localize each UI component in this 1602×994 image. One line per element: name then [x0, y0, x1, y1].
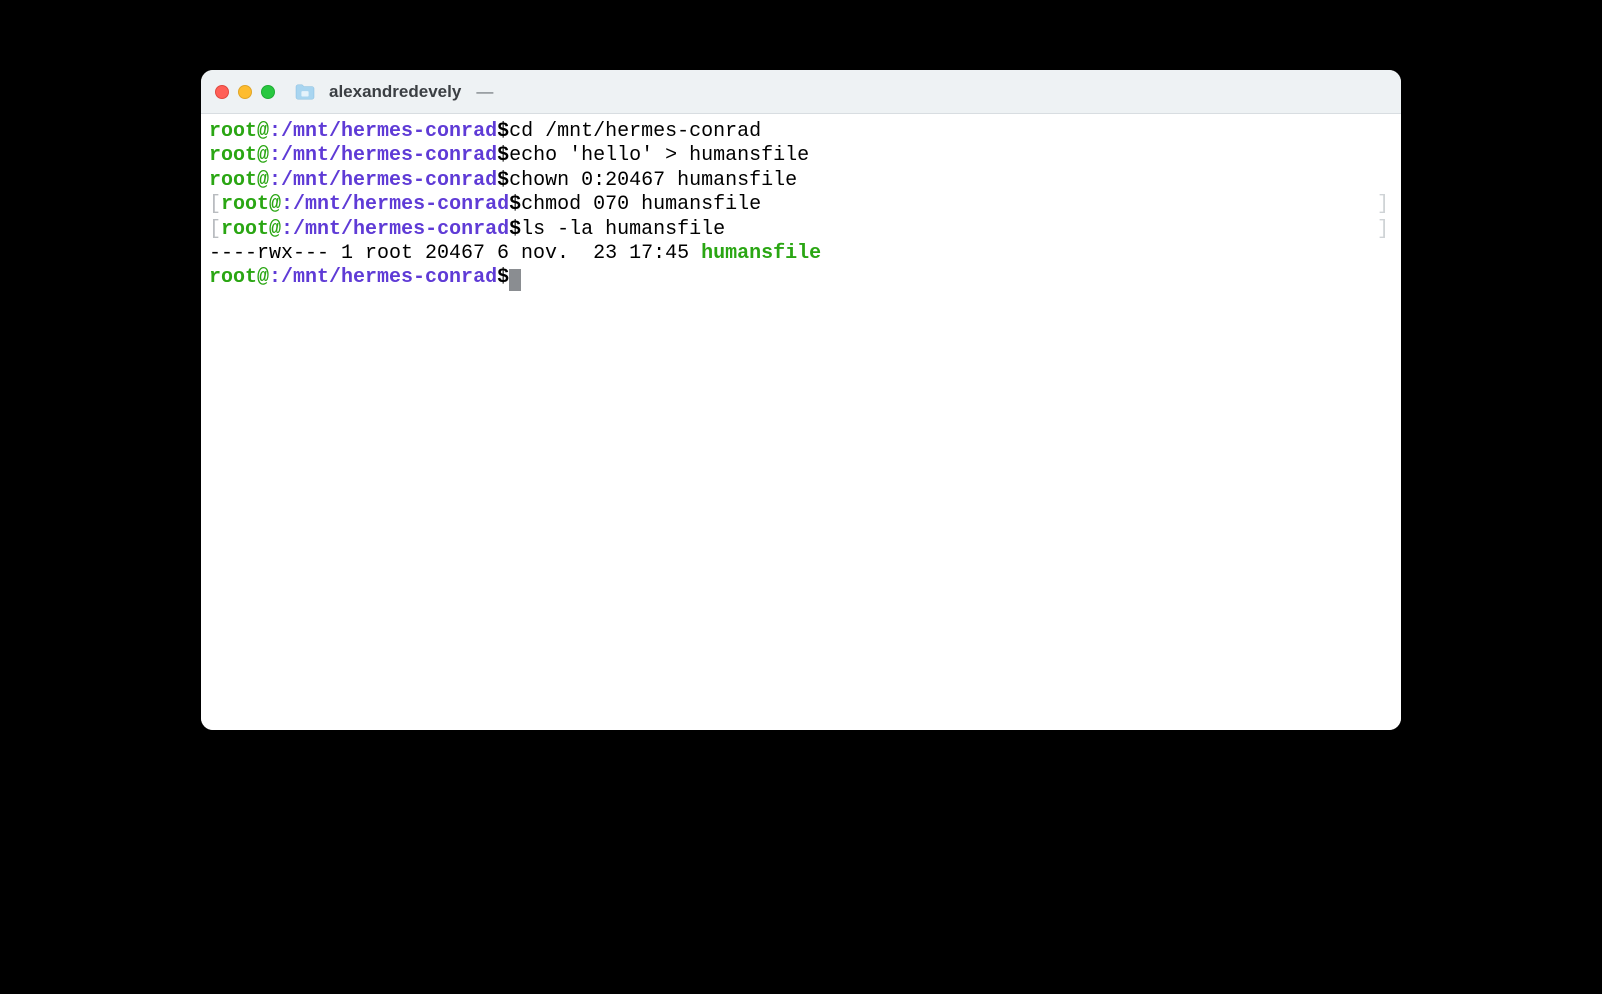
prompt-path: /mnt/hermes-conrad	[281, 120, 497, 143]
terminal-line: root@:/mnt/hermes-conrad$	[209, 266, 1393, 290]
prompt-sep: :	[269, 144, 281, 167]
prompt-dollar: $	[509, 193, 521, 216]
terminal-line: [root@:/mnt/hermes-conrad$ls -la humansf…	[209, 218, 1393, 242]
prompt-path: /mnt/hermes-conrad	[281, 266, 497, 289]
prompt-user: root@	[209, 120, 269, 143]
prompt-sep: :	[269, 169, 281, 192]
left-bracket: [	[209, 193, 221, 216]
titlebar[interactable]: alexandredevely —	[201, 70, 1401, 114]
prompt-user: root@	[209, 266, 269, 289]
folder-icon	[294, 83, 316, 101]
command-text: echo 'hello' > humansfile	[509, 144, 809, 167]
prompt-dollar: $	[497, 266, 509, 289]
left-bracket: [	[209, 218, 221, 241]
traffic-lights	[215, 85, 275, 99]
prompt-path: /mnt/hermes-conrad	[281, 144, 497, 167]
terminal-line: root@:/mnt/hermes-conrad$chown 0:20467 h…	[209, 169, 1393, 193]
prompt-dollar: $	[509, 218, 521, 241]
prompt-dollar: $	[497, 120, 509, 143]
prompt-user: root@	[221, 218, 281, 241]
command-text: chmod 070 humansfile	[521, 193, 761, 216]
prompt-path: /mnt/hermes-conrad	[293, 218, 509, 241]
prompt-sep: :	[269, 120, 281, 143]
terminal-content[interactable]: root@:/mnt/hermes-conrad$cd /mnt/hermes-…	[201, 114, 1401, 730]
terminal-line: ----rwx--- 1 root 20467 6 nov. 23 17:45 …	[209, 242, 1393, 266]
right-bracket: ]	[1377, 193, 1389, 217]
prompt-sep: :	[269, 266, 281, 289]
command-text: cd /mnt/hermes-conrad	[509, 120, 761, 143]
maximize-button[interactable]	[261, 85, 275, 99]
window-title: alexandredevely	[329, 82, 461, 102]
terminal-line: root@:/mnt/hermes-conrad$echo 'hello' > …	[209, 144, 1393, 168]
command-text: chown 0:20467 humansfile	[509, 169, 797, 192]
close-button[interactable]	[215, 85, 229, 99]
prompt-user: root@	[209, 169, 269, 192]
prompt-user: root@	[221, 193, 281, 216]
minimize-button[interactable]	[238, 85, 252, 99]
prompt-sep: :	[281, 218, 293, 241]
prompt-dollar: $	[497, 144, 509, 167]
terminal-line: [root@:/mnt/hermes-conrad$chmod 070 huma…	[209, 193, 1393, 217]
command-text: ls -la humansfile	[521, 218, 725, 241]
filename: humansfile	[701, 242, 821, 265]
prompt-path: /mnt/hermes-conrad	[293, 193, 509, 216]
terminal-line: root@:/mnt/hermes-conrad$cd /mnt/hermes-…	[209, 120, 1393, 144]
prompt-sep: :	[281, 193, 293, 216]
cursor	[509, 269, 521, 291]
terminal-window: alexandredevely — root@:/mnt/hermes-conr…	[201, 70, 1401, 730]
prompt-dollar: $	[497, 169, 509, 192]
prompt-path: /mnt/hermes-conrad	[281, 169, 497, 192]
ls-output: ----rwx--- 1 root 20467 6 nov. 23 17:45	[209, 242, 701, 265]
window-title-suffix: —	[476, 82, 493, 102]
right-bracket: ]	[1377, 218, 1389, 242]
prompt-user: root@	[209, 144, 269, 167]
